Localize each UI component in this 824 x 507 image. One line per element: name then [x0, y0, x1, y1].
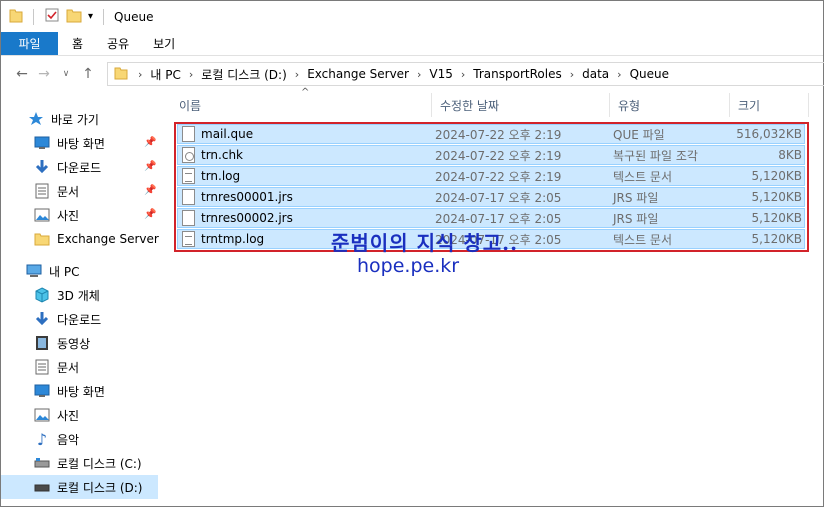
nav-label: 내 PC	[49, 264, 80, 279]
music-icon: ♪	[36, 429, 48, 449]
chevron-right-icon[interactable]: ›	[611, 68, 627, 81]
chevron-right-icon[interactable]: ›	[183, 68, 199, 81]
explorer-window: ▾ Queue 파일 홈 공유 보기 ← → ∨ ↑ › 내 PC › 로컬 디…	[0, 0, 824, 507]
nav-label: 동영상	[57, 336, 91, 351]
window-title: Queue	[114, 9, 154, 24]
nav-item-downloads-pc[interactable]: 다운로드	[33, 307, 101, 331]
breadcrumb-exchange-server[interactable]: Exchange Server	[305, 67, 411, 81]
properties-icon[interactable]	[44, 7, 60, 26]
watermark-url: hope.pe.kr	[357, 255, 460, 277]
new-folder-icon[interactable]	[66, 7, 82, 26]
pin-icon[interactable]: 📌	[144, 185, 156, 196]
up-arrow-icon[interactable]: ↑	[77, 63, 99, 85]
pin-icon[interactable]: 📌	[144, 209, 156, 220]
column-header-name[interactable]: 이름	[171, 93, 432, 117]
tab-share[interactable]: 공유	[95, 32, 141, 55]
tab-file[interactable]: 파일	[1, 32, 58, 55]
nav-label: 로컬 디스크 (C:)	[57, 456, 142, 471]
column-header-size[interactable]: 크기	[730, 93, 809, 117]
nav-item-pictures-pc[interactable]: 사진	[33, 403, 79, 427]
nav-label: 음악	[57, 432, 80, 447]
desktop-icon	[33, 135, 51, 151]
divider	[33, 8, 34, 25]
column-headers: 이름 수정한 날짜 유형 크기	[171, 93, 821, 117]
title-bar: ▾ Queue	[1, 1, 823, 32]
breadcrumb-transportroles[interactable]: TransportRoles	[471, 67, 563, 81]
nav-item-pictures[interactable]: 사진	[33, 203, 79, 227]
breadcrumb-queue[interactable]: Queue	[628, 67, 671, 81]
nav-label: 문서	[57, 360, 80, 375]
chevron-right-icon[interactable]: ›	[455, 68, 471, 81]
divider	[103, 8, 105, 25]
tab-view[interactable]: 보기	[141, 32, 187, 55]
nav-label: 로컬 디스크 (D:)	[57, 480, 143, 495]
nav-item-downloads[interactable]: 다운로드	[33, 155, 101, 179]
drive-icon	[33, 479, 51, 495]
nav-label: 사진	[57, 408, 80, 423]
desktop-icon	[33, 383, 51, 399]
breadcrumb-v15[interactable]: V15	[427, 67, 454, 81]
nav-item-documents-pc[interactable]: 문서	[33, 355, 79, 379]
forward-arrow-icon[interactable]: →	[33, 63, 55, 85]
column-header-type[interactable]: 유형	[610, 93, 730, 117]
computer-icon	[25, 263, 43, 279]
nav-label: 바탕 화면	[57, 136, 105, 151]
folder-icon	[9, 7, 23, 26]
nav-label: 다운로드	[57, 312, 102, 327]
download-icon	[33, 311, 51, 327]
column-header-date[interactable]: 수정한 날짜	[432, 93, 610, 117]
watermark-title: 준범이의 지식 창고..	[331, 231, 519, 255]
pictures-icon	[33, 407, 51, 423]
nav-item-documents[interactable]: 문서	[33, 179, 79, 203]
document-icon	[33, 359, 51, 375]
nav-this-pc[interactable]: 내 PC	[25, 259, 79, 283]
nav-quick-access[interactable]: 바로 가기	[27, 107, 99, 131]
pin-icon[interactable]: 📌	[144, 137, 156, 148]
nav-label: Exchange Server	[57, 232, 159, 246]
nav-label: 3D 개체	[57, 288, 100, 303]
customize-dropdown-icon[interactable]: ▾	[88, 11, 93, 22]
3d-objects-icon	[33, 287, 51, 303]
pictures-icon	[33, 207, 51, 223]
nav-item-desktop[interactable]: 바탕 화면	[33, 131, 105, 155]
nav-item-drive-c[interactable]: 로컬 디스크 (C:)	[33, 451, 142, 475]
nav-item-drive-d[interactable]: 로컬 디스크 (D:)	[1, 475, 158, 499]
nav-label: 다운로드	[57, 160, 102, 175]
nav-item-3d-objects[interactable]: 3D 개체	[33, 283, 100, 307]
recent-locations-icon[interactable]: ∨	[55, 63, 77, 85]
nav-label: 바탕 화면	[57, 384, 105, 399]
quick-access-toolbar: ▾	[9, 7, 108, 26]
navigation-pane: 바로 가기 바탕 화면 📌 다운로드 📌 문서 📌 사진 📌 Exchange …	[1, 93, 161, 507]
chevron-right-icon[interactable]: ›	[564, 68, 580, 81]
nav-item-music[interactable]: ♪ 음악	[33, 427, 79, 451]
folder-icon	[33, 231, 51, 247]
tab-home[interactable]: 홈	[58, 32, 95, 55]
nav-item-desktop-pc[interactable]: 바탕 화면	[33, 379, 105, 403]
nav-label: 문서	[57, 184, 80, 199]
back-arrow-icon[interactable]: ←	[11, 63, 33, 85]
ribbon-tabs: 파일 홈 공유 보기	[1, 32, 823, 56]
chevron-right-icon: ›	[138, 67, 143, 81]
breadcrumb-this-pc[interactable]: 내 PC	[148, 66, 182, 83]
nav-item-exchange-server[interactable]: Exchange Server	[33, 227, 159, 251]
pin-icon[interactable]: 📌	[144, 161, 156, 172]
navigation-bar: ← → ∨ ↑ › 내 PC › 로컬 디스크 (D:) › Exchange …	[1, 57, 824, 91]
star-icon	[27, 111, 45, 127]
download-icon	[33, 159, 51, 175]
document-icon	[33, 183, 51, 199]
breadcrumb-drive-d[interactable]: 로컬 디스크 (D:)	[199, 66, 288, 83]
nav-label: 바로 가기	[51, 112, 99, 127]
folder-icon	[114, 66, 128, 83]
drive-icon	[33, 455, 51, 471]
nav-label: 사진	[57, 208, 80, 223]
chevron-right-icon[interactable]: ›	[411, 68, 427, 81]
chevron-right-icon[interactable]: ›	[289, 68, 305, 81]
video-icon	[33, 335, 51, 351]
breadcrumb-data[interactable]: data	[580, 67, 611, 81]
nav-item-videos[interactable]: 동영상	[33, 331, 90, 355]
address-bar[interactable]: › 내 PC › 로컬 디스크 (D:) › Exchange Server ›…	[107, 62, 824, 86]
